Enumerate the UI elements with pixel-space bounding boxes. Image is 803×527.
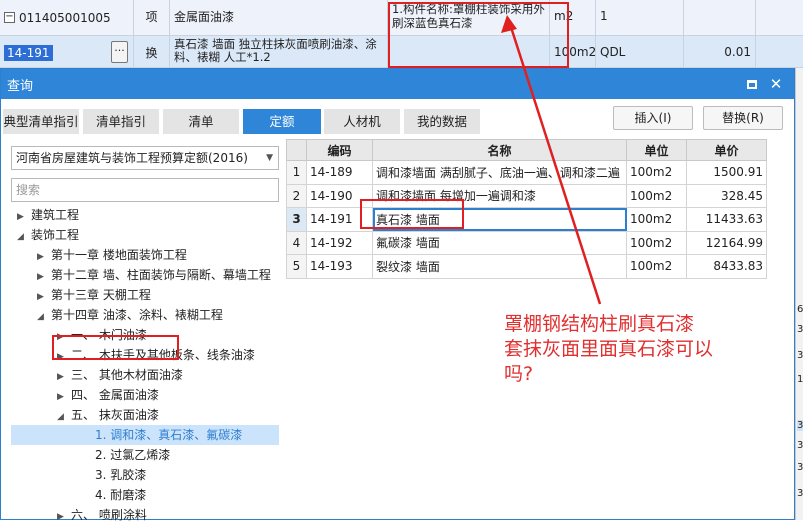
grid-header: 编码 名称 单位 单价 — [286, 139, 767, 161]
table-row[interactable]: 4 14-192 氟碳漆 墙面 100m2 12164.99 — [286, 230, 767, 255]
collapse-icon[interactable]: − — [4, 12, 15, 23]
table-row[interactable]: 1 14-189 调和漆墙面 满刮腻子、底油一遍、调和漆二遍 100m2 150… — [286, 160, 767, 185]
annotation-highlight-feature — [388, 2, 569, 68]
tab-bill-guide[interactable]: 清单指引 — [83, 109, 159, 134]
tree-node[interactable]: 4. 耐磨漆 — [95, 485, 146, 505]
col-code[interactable]: 编码 — [306, 139, 373, 161]
col-name[interactable]: 名称 — [372, 139, 627, 161]
quota-code-editing[interactable]: 14-191 — [4, 44, 53, 61]
annotation-note: 罩棚钢结构柱刷真石漆 套抹灰面里面真石漆可以 吗? — [504, 313, 714, 385]
tree-node-selected[interactable]: 1. 调和漆、真石漆、氟碳漆 — [11, 425, 279, 445]
expand-icon: ▶ — [37, 252, 44, 262]
background-window-edge: 6. 3. 33 1. 31 3. 3. 3. — [795, 68, 803, 520]
tree-node[interactable]: 2. 过氯乙烯漆 — [95, 445, 170, 465]
dialog-title: 查询 — [7, 78, 34, 94]
collapse-icon: ◢ — [37, 312, 44, 322]
table-row[interactable]: 2 14-190 调和漆墙面 每增加一遍调和漆 100m2 328.45 — [286, 183, 767, 208]
collapse-icon: ◢ — [57, 412, 64, 422]
replace-button[interactable]: 替换(R) — [703, 106, 783, 130]
tree-node[interactable]: ▶ 四、 金属面油漆 — [57, 385, 159, 405]
search-input[interactable]: 搜索 — [11, 178, 279, 202]
lookup-button[interactable]: ··· — [111, 41, 128, 63]
tree-node[interactable]: ▶ 六、 喷刷涂料 — [57, 505, 147, 525]
quota-library-value: 河南省房屋建筑与装饰工程预算定额(2016) — [16, 151, 248, 165]
bill-name: 金属面油漆 — [170, 0, 388, 36]
expand-icon: ▶ — [37, 292, 44, 302]
tab-typical-bill-guide[interactable]: 典型清单指引 — [3, 109, 79, 134]
expand-icon: ▶ — [17, 212, 24, 222]
background-sheet: − 011405001005 项 金属面油漆 1.构件名称:罩棚柱装饰采用外刷深… — [0, 0, 803, 68]
tab-labor-material[interactable]: 人材机 — [324, 109, 400, 134]
col-unit[interactable]: 单位 — [626, 139, 687, 161]
dialog-titlebar[interactable]: 查询 ✕ — [1, 69, 794, 99]
col-price[interactable]: 单价 — [686, 139, 767, 161]
chevron-down-icon: ▼ — [266, 153, 273, 163]
expand-icon: ▶ — [57, 512, 64, 522]
expand-icon: ▶ — [57, 392, 64, 402]
expand-icon: ▶ — [37, 272, 44, 282]
quota-qty-expr[interactable]: QDL — [596, 36, 684, 68]
bill-qty[interactable]: 1 — [596, 0, 684, 36]
maximize-icon[interactable] — [740, 75, 764, 93]
bill-type: 项 — [134, 0, 170, 36]
tree-node[interactable]: ◢ 装饰工程 — [17, 225, 79, 245]
quota-value: 0.01 — [684, 36, 756, 68]
tree-node[interactable]: 3. 乳胶漆 — [95, 465, 146, 485]
tree-node[interactable]: ▶ 第十三章 天棚工程 — [37, 285, 151, 305]
tree-node[interactable]: ▶ 第十一章 楼地面装饰工程 — [37, 245, 187, 265]
tab-my-data[interactable]: 我的数据 — [404, 109, 480, 134]
insert-button[interactable]: 插入(I) — [613, 106, 693, 130]
tree-node[interactable]: ▶ 建筑工程 — [17, 205, 79, 225]
tree-node[interactable]: ▶ 第十二章 墙、柱面装饰与隔断、幕墙工程 — [37, 265, 271, 285]
table-row[interactable]: 5 14-193 裂纹漆 墙面 100m2 8433.83 — [286, 254, 767, 279]
quota-type: 换 — [134, 36, 170, 68]
tree-node[interactable]: ◢ 第十四章 油漆、涂料、裱糊工程 — [37, 305, 223, 325]
tab-quota[interactable]: 定额 — [243, 109, 321, 134]
expand-icon: ▶ — [57, 372, 64, 382]
quota-name: 真石漆 墙面 独立柱抹灰面喷刷油漆、涂料、裱糊 人工*1.2 — [170, 36, 388, 68]
quota-grid: 编码 名称 单位 单价 1 14-189 调和漆墙面 满刮腻子、底油一遍、调和漆… — [286, 139, 768, 279]
tree-node[interactable]: ◢ 五、 抹灰面油漆 — [57, 405, 159, 425]
annotation-highlight-tree — [52, 335, 179, 360]
quota-library-select[interactable]: 河南省房屋建筑与装饰工程预算定额(2016) ▼ — [11, 146, 279, 170]
tree-node[interactable]: ▶ 三、 其他木材面油漆 — [57, 365, 183, 385]
query-dialog: 查询 ✕ 典型清单指引 清单指引 清单 定额 人材机 我的数据 插入(I) 替换… — [0, 68, 795, 522]
bill-code: 011405001005 — [19, 10, 111, 25]
collapse-icon: ◢ — [17, 232, 24, 242]
annotation-highlight-row — [360, 199, 464, 229]
table-row-current[interactable]: 3 14-191 真石漆 墙面 100m2 11433.63 — [286, 207, 767, 232]
close-icon[interactable]: ✕ — [764, 75, 788, 93]
category-panel: 河南省房屋建筑与装饰工程预算定额(2016) ▼ 搜索 ▶ 建筑工程 ◢ 装饰工程 … — [1, 135, 285, 522]
tab-bill[interactable]: 清单 — [163, 109, 239, 134]
